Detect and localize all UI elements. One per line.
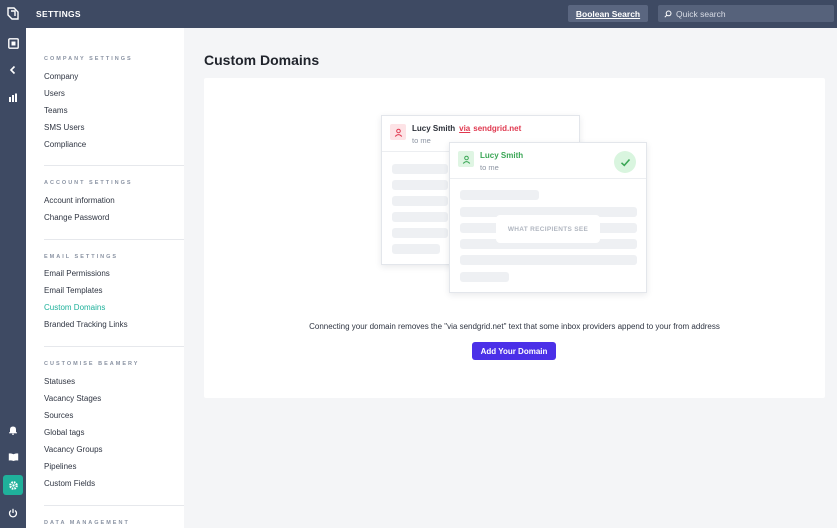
section-divider: [44, 346, 184, 347]
power-icon[interactable]: [3, 503, 23, 523]
section-heading-email: EMAIL SETTINGS: [44, 254, 119, 260]
sidebar-item-users[interactable]: Users: [44, 89, 65, 98]
user-avatar-icon: [458, 151, 474, 167]
section-heading-company: COMPANY SETTINGS: [44, 56, 133, 62]
sidebar-item-teams[interactable]: Teams: [44, 106, 68, 115]
sender-name: Lucy Smith: [480, 151, 524, 160]
user-avatar-icon: [390, 124, 406, 140]
book-icon[interactable]: [3, 447, 23, 467]
placeholder-line: [392, 164, 448, 174]
sidebar-item-branded-tracking-links[interactable]: Branded Tracking Links: [44, 320, 128, 329]
recipient-line: to me: [412, 136, 431, 145]
sidebar-item-vacancy-groups[interactable]: Vacancy Groups: [44, 445, 103, 454]
placeholder-line: [392, 244, 440, 254]
sidebar-item-company[interactable]: Company: [44, 72, 78, 81]
placeholder-line: [392, 180, 448, 190]
quick-search-input[interactable]: [676, 8, 826, 19]
section-title: SETTINGS: [36, 9, 81, 19]
sidebar-item-account-information[interactable]: Account information: [44, 196, 115, 205]
section-divider: [44, 505, 184, 506]
section-divider: [44, 239, 184, 240]
boolean-search-button[interactable]: Boolean Search: [568, 5, 648, 22]
placeholder-line: [392, 212, 448, 222]
reports-icon[interactable]: [3, 88, 23, 108]
sidebar-item-sms-users[interactable]: SMS Users: [44, 123, 84, 132]
sidebar-item-statuses[interactable]: Statuses: [44, 377, 75, 386]
email-sender: Lucy Smith via sendgrid.net: [412, 124, 521, 133]
settings-sidebar: COMPANY SETTINGS Company Users Teams SMS…: [26, 28, 184, 528]
email-preview-verified: Lucy Smith to me WHAT RECIPIENTS SEE: [449, 142, 647, 293]
section-heading-data-management: DATA MANAGEMENT: [44, 520, 130, 526]
sidebar-item-custom-fields[interactable]: Custom Fields: [44, 479, 95, 488]
section-divider: [44, 165, 184, 166]
custom-domains-card: Lucy Smith via sendgrid.net to me Lucy Smi…: [204, 78, 825, 398]
section-heading-customise: CUSTOMISE BEAMERY: [44, 361, 140, 367]
dashboard-icon[interactable]: [3, 33, 23, 53]
custom-domain-description: Connecting your domain removes the "via …: [309, 322, 720, 331]
sidebar-item-pipelines[interactable]: Pipelines: [44, 462, 76, 471]
recipient-line: to me: [480, 163, 499, 172]
placeholder-line: [392, 228, 448, 238]
placeholder-line: [460, 255, 637, 265]
section-heading-account: ACCOUNT SETTINGS: [44, 180, 133, 186]
sidebar-item-email-permissions[interactable]: Email Permissions: [44, 269, 110, 278]
checkmark-icon: [614, 151, 636, 173]
collapse-chevron-icon[interactable]: [3, 60, 23, 80]
sidebar-item-global-tags[interactable]: Global tags: [44, 428, 84, 437]
recipients-label: WHAT RECIPIENTS SEE: [496, 215, 600, 243]
gear-icon[interactable]: [3, 475, 23, 495]
sidebar-item-email-templates[interactable]: Email Templates: [44, 286, 103, 295]
bell-icon[interactable]: [3, 420, 23, 440]
placeholder-line: [392, 196, 448, 206]
sender-name: Lucy Smith: [412, 124, 456, 133]
sidebar-item-compliance[interactable]: Compliance: [44, 140, 86, 149]
sidebar-item-vacancy-stages[interactable]: Vacancy Stages: [44, 394, 101, 403]
via-domain: sendgrid.net: [473, 124, 522, 133]
icon-rail: [0, 0, 26, 528]
page-title: Custom Domains: [204, 52, 320, 68]
add-domain-button[interactable]: Add Your Domain: [472, 342, 556, 360]
sidebar-item-sources[interactable]: Sources: [44, 411, 73, 420]
via-tag: via: [459, 124, 471, 133]
sidebar-item-custom-domains[interactable]: Custom Domains: [44, 303, 105, 312]
top-bar: SETTINGS Boolean Search: [26, 0, 837, 28]
placeholder-line: [460, 190, 539, 200]
quick-search[interactable]: [658, 5, 834, 22]
placeholder-line: [460, 272, 509, 282]
search-icon: [664, 10, 672, 18]
logo-icon[interactable]: [0, 0, 26, 28]
email-header: Lucy Smith to me: [450, 143, 646, 179]
sidebar-item-change-password[interactable]: Change Password: [44, 213, 109, 222]
